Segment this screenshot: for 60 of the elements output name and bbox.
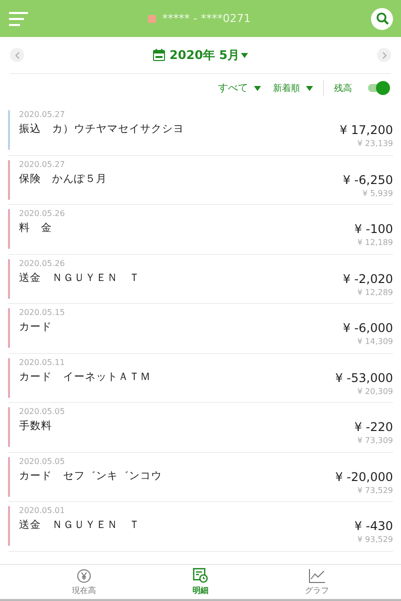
caret-icon xyxy=(241,52,248,58)
search-button[interactable] xyxy=(371,8,393,30)
transaction-date: 2020.05.26 xyxy=(19,209,66,218)
caret-icon xyxy=(254,86,261,90)
yen-coin-icon xyxy=(77,568,91,582)
account-number: ***** - ****0271 xyxy=(162,12,251,25)
balance-after: ¥ 73,529 xyxy=(356,486,393,494)
calendar-icon xyxy=(152,49,165,61)
month-selector[interactable]: 2020年 5月 xyxy=(170,46,248,64)
transaction-date: 2020.05.11 xyxy=(19,358,66,366)
transaction-description: 送金 ＮＧＵＹＥＮ Ｔ xyxy=(19,270,141,284)
statement-clock-icon xyxy=(193,568,208,583)
sort-dropdown[interactable]: 新着順 xyxy=(273,82,313,94)
transaction-amount: ¥ 17,200 xyxy=(340,123,393,137)
transaction-date: 2020.05.26 xyxy=(19,258,66,268)
type-filter-dropdown[interactable]: すべて xyxy=(218,81,261,95)
transaction-date: 2020.05.01 xyxy=(19,506,66,515)
transaction-amount: ¥ -6,000 xyxy=(342,321,393,335)
balance-after: ¥ 93,529 xyxy=(356,535,393,544)
line-chart-icon xyxy=(309,568,325,582)
transaction-description: カード イーネットＡＴＭ xyxy=(19,370,152,384)
previous-month-button[interactable] xyxy=(10,48,24,62)
transaction-amount: ¥ -2,020 xyxy=(342,272,393,286)
transaction-description: 手数料 xyxy=(19,419,53,433)
tab[interactable]: グラフ xyxy=(293,565,341,599)
transaction-description: カード セフ゛ンキ゛ンコウ xyxy=(19,468,163,482)
transaction-description: 保険 かんぽ５月 xyxy=(19,172,108,186)
balance-after: ¥ 20,309 xyxy=(356,386,393,396)
transaction-date: 2020.05.27 xyxy=(19,160,66,168)
transaction-description: 送金 ＮＧＵＹＥＮ Ｔ xyxy=(19,518,141,532)
caret-icon xyxy=(306,86,313,90)
transaction-amount: ¥ -100 xyxy=(354,222,393,236)
balance-after: ¥ 12,189 xyxy=(356,238,393,247)
balance-after: ¥ 73,309 xyxy=(356,436,393,445)
transaction-description: カード xyxy=(19,320,53,334)
next-month-button[interactable] xyxy=(377,48,391,62)
chevron-right-icon xyxy=(382,52,386,58)
transaction-description: 振込 カ）ウチヤマセイサクシヨ xyxy=(19,122,185,136)
tab[interactable]: 明細 xyxy=(180,565,220,599)
transaction-amount: ¥ -430 xyxy=(354,519,393,533)
search-icon xyxy=(376,12,388,25)
balance-after: ¥ 12,289 xyxy=(356,288,393,296)
transaction-amount: ¥ -53,000 xyxy=(335,370,393,384)
menu-icon[interactable] xyxy=(9,12,28,26)
transaction-date: 2020.05.05 xyxy=(19,456,66,466)
balance-after: ¥ 14,309 xyxy=(356,337,393,346)
balance-after: ¥ 5,939 xyxy=(361,188,393,198)
balance-label: 残高 xyxy=(334,82,352,94)
card-icon xyxy=(148,14,156,22)
transaction-description: 料 金 xyxy=(19,221,53,235)
tab[interactable]: 現在高 xyxy=(60,565,108,599)
transaction-date: 2020.05.15 xyxy=(19,308,66,317)
transaction-date: 2020.05.27 xyxy=(19,110,66,119)
chevron-left-icon xyxy=(14,52,20,58)
balance-after: ¥ 23,139 xyxy=(356,139,393,148)
transaction-date: 2020.05.05 xyxy=(19,407,66,416)
transaction-amount: ¥ -6,250 xyxy=(342,172,393,186)
transaction-amount: ¥ -20,000 xyxy=(335,470,393,484)
transaction-amount: ¥ -220 xyxy=(354,420,393,434)
balance-toggle[interactable] xyxy=(366,81,390,95)
